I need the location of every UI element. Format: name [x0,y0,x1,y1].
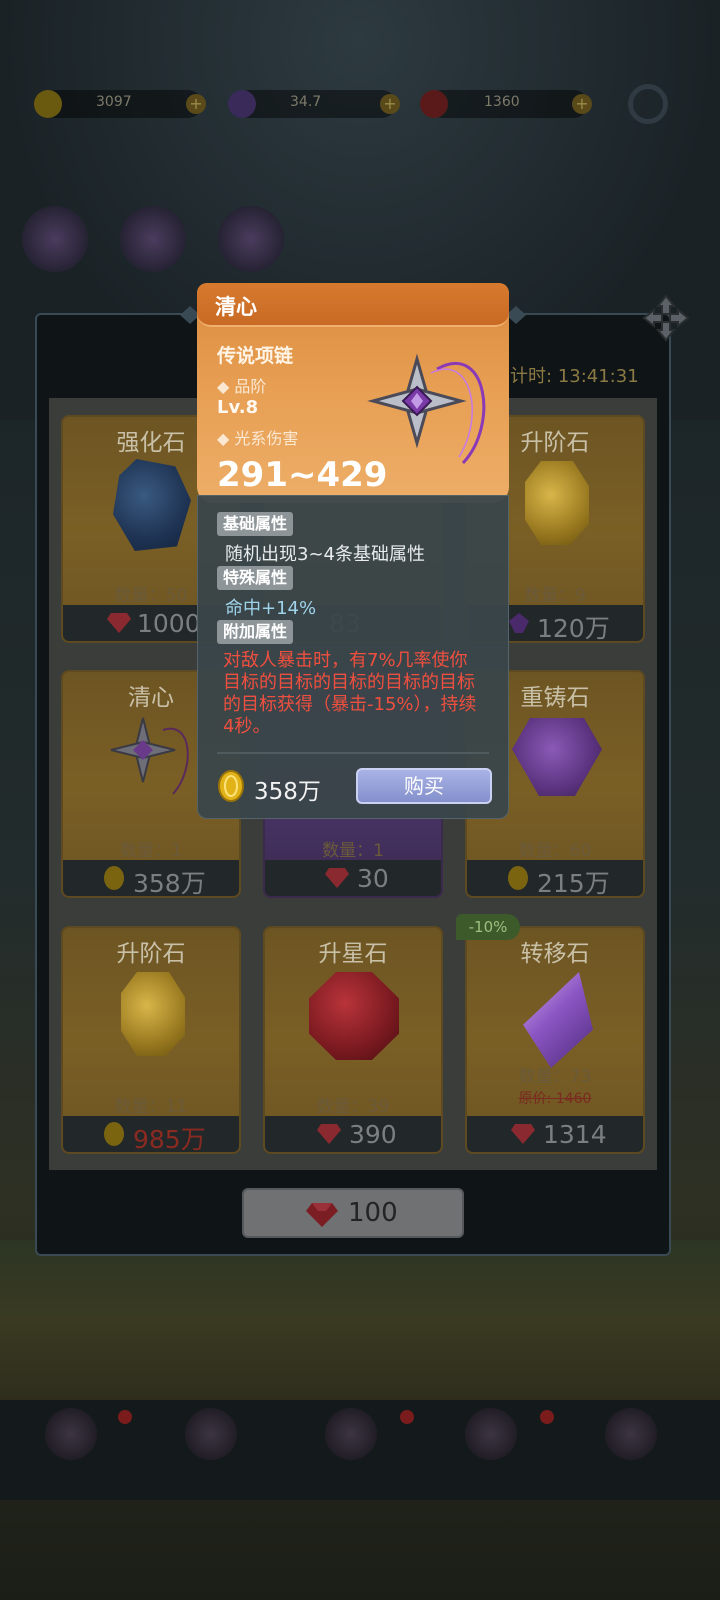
item-count: 数量：11 [114,1097,188,1117]
base-attr-text: 随机出现3~4条基础属性 [225,544,425,565]
tooltip-price: 358万 [254,779,321,805]
item-count: 数量：39 [316,1097,390,1117]
necklace-icon [110,717,189,795]
ruby-icon [420,90,448,118]
nav-item[interactable] [440,1408,540,1494]
gear-icon[interactable] [628,84,668,124]
add-ruby-button[interactable]: + [572,94,592,114]
discount-badge: -10% [456,914,520,940]
price-value: 390 [349,1120,397,1149]
notification-dot [118,1410,132,1424]
refresh-button[interactable]: 100 [242,1188,464,1238]
hero-avatar[interactable] [120,206,186,272]
refresh-timer: 计时: 13:41:31 [510,362,639,388]
extra-attr-tag: 附加属性 [217,620,294,644]
price-value: 985万 [133,1125,206,1154]
strengthen-stone-icon [113,459,191,551]
nav-icon [465,1408,517,1460]
item-price: 358万 [63,860,239,898]
advance-stone-icon [121,972,185,1056]
close-icon[interactable] [640,292,692,344]
nav-icon [325,1408,377,1460]
item-count: 数量：1 [120,841,182,861]
item-count: 数量：60 [518,841,592,861]
item-type: 传说项链 [217,345,294,367]
ruby-icon [511,1124,535,1144]
ruby-amount: 1360 [484,94,520,110]
damage-label-text: 光系伤害 [234,429,299,448]
item-count: 数量：73 [518,1067,592,1087]
shop-item-card[interactable]: 转移石 数量：73 原价: 1460 1314 [465,926,645,1154]
ruby-icon [325,868,349,888]
coin-icon [218,770,244,802]
rank-label-text: 品阶 [234,377,267,396]
nav-icon [605,1408,657,1460]
shop-item-card[interactable]: 升星石 数量：39 390 [263,926,443,1154]
nav-item[interactable] [20,1408,120,1494]
purple-crystal-icon [228,90,256,118]
item-price: 1314 [467,1116,643,1152]
refresh-price: 100 [348,1198,398,1228]
coin-icon [34,90,62,118]
tooltip-title-bar: 清心 [197,283,509,327]
extra-attr-text: 对敌人暴击时，有7%几率使你目标的目标的目标的目标的目标的目标获得（暴击-15%… [223,650,477,737]
price-value: 1314 [543,1120,607,1149]
price-value: 30 [357,864,389,893]
special-attr-text: 命中+14% [225,598,317,619]
nav-item[interactable] [580,1408,680,1494]
price-value: 358万 [133,869,206,898]
price-value: 215万 [537,869,610,898]
price-value: 120万 [537,614,610,643]
item-price: 985万 [63,1116,239,1154]
coin-icon [104,1122,124,1146]
special-attr-tag: 特殊属性 [217,566,294,590]
star-stone-icon [309,972,399,1060]
timer-label: 计时: [510,366,553,387]
nav-icon [45,1408,97,1460]
damage-label: ◆ 光系伤害 [217,429,299,448]
item-name: 升阶石 [116,941,186,967]
add-coin-button[interactable]: + [186,94,206,114]
rank-label: ◆ 品阶 [217,377,267,396]
item-price: 215万 [467,860,643,898]
shop-item-card[interactable]: 升阶石 数量：11 985万 [61,926,241,1154]
item-level: Lv.8 [217,397,259,418]
nav-item[interactable] [160,1408,260,1494]
original-price: 原价: 1460 [518,1091,592,1107]
crystal-amount: 34.7 [290,94,322,110]
tooltip-header: 清心 传说项链 ◆ 品阶 Lv.8 ◆ 光系伤害 291~429 [197,283,509,503]
add-crystal-button[interactable]: + [380,94,400,114]
ruby-icon [107,613,131,633]
item-price: 390 [265,1116,441,1152]
coin-icon [104,866,124,890]
ruby-icon [306,1203,338,1227]
base-attr-tag: 基础属性 [217,512,294,536]
purple-crystal-icon [509,613,529,633]
ruby-icon [317,1124,341,1144]
price-value: 1000 [137,609,201,638]
recast-stone-icon [512,718,602,796]
hero-avatar[interactable] [22,206,88,272]
coin-amount: 3097 [96,94,132,110]
buy-button[interactable]: 购买 [356,768,492,804]
necklace-icon [367,353,486,465]
hero-avatar[interactable] [218,206,284,272]
timer-value: 13:41:31 [557,366,639,387]
item-count: 数量：1 [322,841,384,861]
item-name: 升星石 [318,941,388,967]
tooltip-title: 清心 [215,295,257,319]
nav-item[interactable] [300,1408,400,1494]
notification-dot [400,1410,414,1424]
transfer-stone-icon [523,972,593,1068]
damage-value: 291~429 [217,455,388,495]
nav-icon [185,1408,237,1460]
tooltip-divider [217,752,489,754]
item-price: 30 [265,860,441,896]
coin-icon [508,866,528,890]
advance-stone-icon [525,461,589,545]
notification-dot [540,1410,554,1424]
